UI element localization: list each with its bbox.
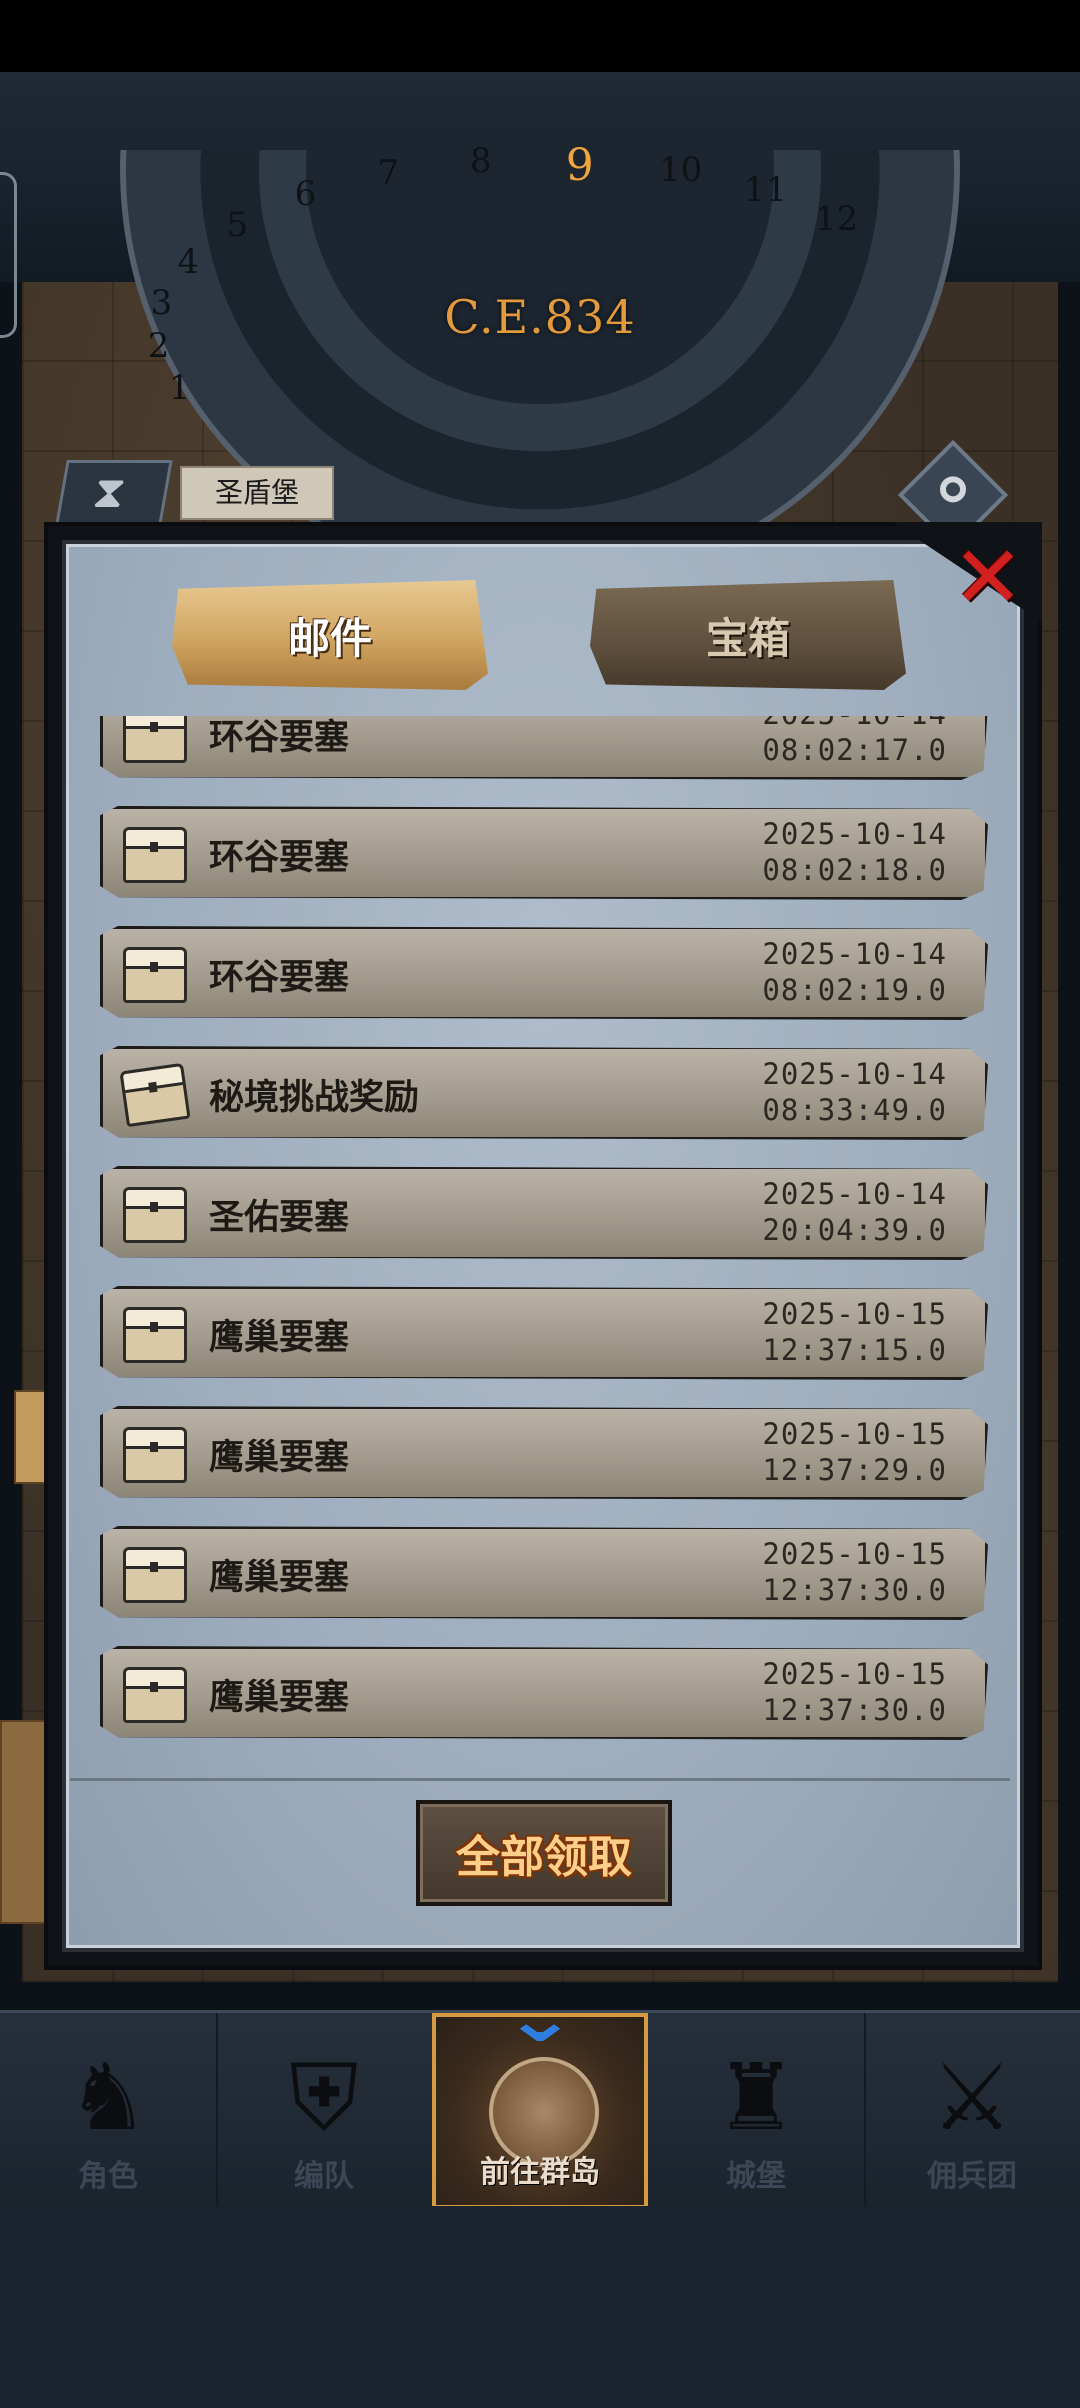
- mail-title: 鹰巢要塞: [209, 1438, 350, 1478]
- mail-date: 2025-10-14: [762, 716, 947, 731]
- mail-item[interactable]: 鹰巢要塞 2025-10-15 12:37:15.0: [100, 1286, 988, 1380]
- mail-time: 12:37:15.0: [762, 1333, 947, 1367]
- chest-icon: [123, 716, 187, 763]
- dial-number: 8: [469, 140, 492, 181]
- chest-icon: [123, 1547, 187, 1603]
- dial-number: 3: [150, 283, 173, 324]
- mail-time: 12:37:30.0: [762, 1693, 947, 1727]
- mercenary-icon: ⚔: [930, 2044, 1014, 2151]
- nav-item[interactable]: ♜ 城堡: [648, 2013, 866, 2209]
- nav-label: 角色: [78, 2159, 138, 2194]
- dial-number: 9: [565, 139, 594, 191]
- mail-item[interactable]: 鹰巢要塞 2025-10-15 12:37:29.0: [100, 1406, 988, 1500]
- mail-title: 环谷要塞: [209, 718, 350, 758]
- mail-item[interactable]: 环谷要塞 2025-10-14 08:02:17.0: [100, 716, 988, 780]
- dial-number: 2: [147, 326, 170, 367]
- mail-time: 08:33:49.0: [762, 1093, 947, 1127]
- nav-item[interactable]: ⚔ 佣兵团: [864, 2013, 1080, 2209]
- nav-item[interactable]: ⛨ 编队: [216, 2013, 434, 2209]
- mail-item[interactable]: 圣佑要塞 2025-10-14 20:04:39.0: [100, 1166, 988, 1260]
- mail-item[interactable]: 环谷要塞 2025-10-14 08:02:18.0: [100, 806, 988, 900]
- mail-date: 2025-10-15: [762, 1657, 947, 1691]
- mail-title: 环谷要塞: [209, 838, 350, 878]
- dial-number: 6: [294, 174, 317, 215]
- mail-list[interactable]: 环谷要塞2025-10-1408:02:17.0环谷要塞2025-10-1408…: [92, 716, 992, 1756]
- mail-time: 20:04:39.0: [762, 1213, 947, 1247]
- mail-date: 2025-10-14: [762, 1177, 947, 1211]
- mail-time: 12:37:30.0: [762, 1573, 947, 1607]
- chest-icon: [123, 1667, 187, 1723]
- mail-title: 鹰巢要塞: [209, 1558, 350, 1598]
- list-divider: [70, 1778, 1010, 1781]
- nav-label: 城堡: [726, 2159, 786, 2194]
- mail-date: 2025-10-14: [762, 1057, 947, 1091]
- dial-number: 5: [226, 204, 249, 245]
- knight-icon: ♞: [66, 2044, 150, 2151]
- dial-number: 12: [814, 198, 859, 239]
- status-bar: [0, 0, 1080, 72]
- mail-title: 鹰巢要塞: [209, 1318, 350, 1358]
- mail-date: 2025-10-14: [762, 817, 947, 851]
- chest-icon: [123, 827, 187, 883]
- tab-chest[interactable]: 宝箱: [590, 580, 906, 690]
- mail-item[interactable]: 秘境挑战奖励 2025-10-14 08:33:49.0: [100, 1046, 988, 1140]
- mail-item[interactable]: 环谷要塞 2025-10-14 08:02:19.0: [100, 926, 988, 1020]
- mail-time: 08:02:18.0: [762, 853, 947, 887]
- nav-label: 前往群岛: [480, 2155, 600, 2190]
- mail-item[interactable]: 鹰巢要塞 2025-10-15 12:37:30.0: [100, 1526, 988, 1620]
- claim-all-button[interactable]: 全部领取: [416, 1800, 672, 1906]
- chest-icon: [123, 1307, 187, 1363]
- mail-item[interactable]: 鹰巢要塞 2025-10-15 12:37:30.0: [100, 1646, 988, 1740]
- nav-label: 佣兵团: [927, 2159, 1017, 2194]
- mail-title: 鹰巢要塞: [209, 1678, 350, 1718]
- mail-date: 2025-10-15: [762, 1417, 947, 1451]
- chest-icon: [123, 1427, 187, 1483]
- helmet-icon: ⛨: [289, 2044, 359, 2151]
- close-button[interactable]: ✕: [950, 535, 1026, 621]
- dial-number: 11: [743, 169, 788, 210]
- dial-number: 1: [168, 368, 191, 409]
- open-chest-icon: [119, 1062, 191, 1128]
- side-scroll-icon[interactable]: [14, 1390, 48, 1484]
- mail-time: 08:02:17.0: [762, 733, 947, 767]
- mail-title: 圣佑要塞: [209, 1198, 350, 1238]
- tab-mail[interactable]: 邮件: [172, 580, 488, 690]
- dial-number: 4: [177, 241, 200, 282]
- nav-label: 编队: [294, 2159, 354, 2194]
- mail-time: 08:02:19.0: [762, 973, 947, 1007]
- nav-item[interactable]: ♞ 角色: [0, 2013, 218, 2209]
- mail-time: 12:37:29.0: [762, 1453, 947, 1487]
- dial-number: 10: [659, 149, 703, 190]
- mail-date: 2025-10-15: [762, 1537, 947, 1571]
- side-map-icon[interactable]: [0, 1720, 48, 1924]
- chevron-down-icon: ⌄: [502, 1983, 578, 2057]
- mail-title: 环谷要塞: [209, 958, 350, 998]
- chest-icon: [123, 1187, 187, 1243]
- castle-icon: ♜: [714, 2044, 798, 2151]
- mail-date: 2025-10-14: [762, 937, 947, 971]
- location-label[interactable]: 圣盾堡: [180, 466, 334, 520]
- mail-date: 2025-10-15: [762, 1297, 947, 1331]
- mail-title: 秘境挑战奖励: [209, 1078, 420, 1118]
- dial-number: 7: [377, 152, 400, 193]
- chest-icon: [123, 947, 187, 1003]
